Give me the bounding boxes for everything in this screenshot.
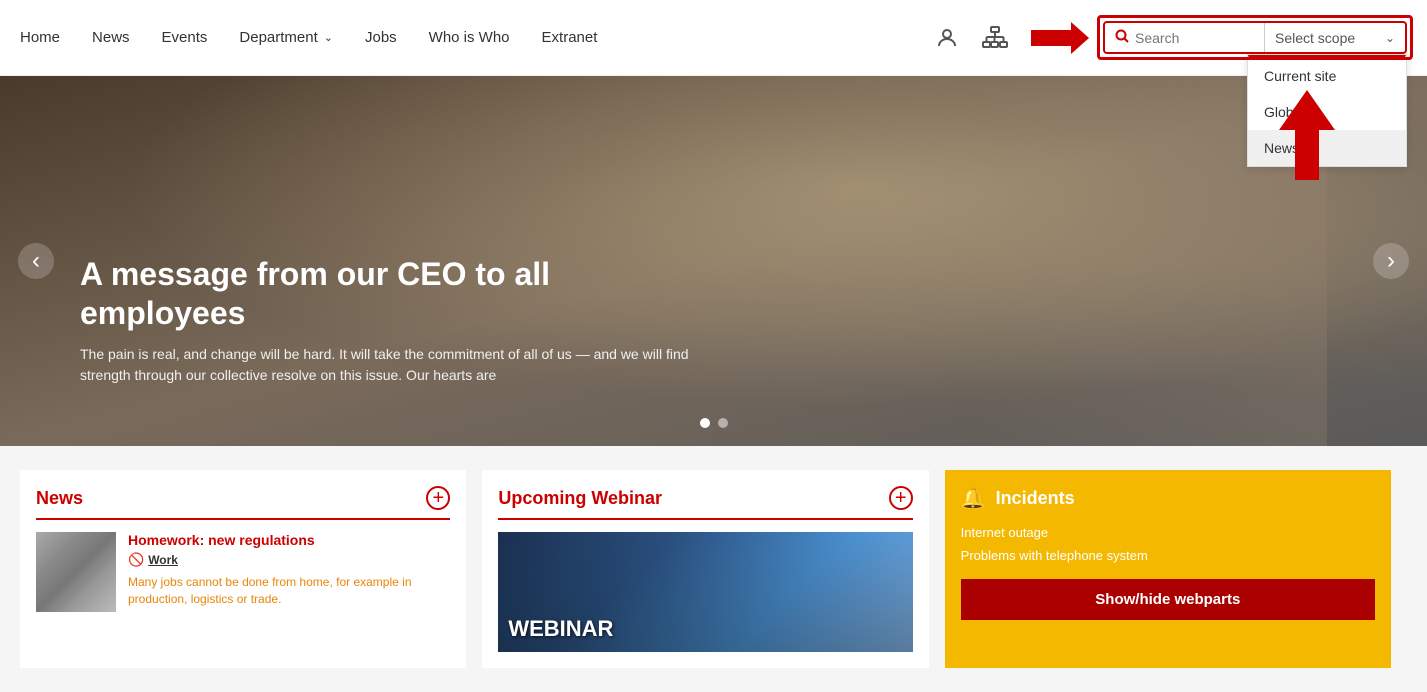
nav-home[interactable]: Home [20,29,60,46]
webinar-thumbnail: WEBINAR [498,532,912,652]
navbar: Home News Events Department ⌄ Jobs Who i… [0,0,1427,76]
nav-news[interactable]: News [92,29,130,46]
news-card: News + Homework: new regulations 🚫 Work … [20,470,466,668]
webinar-text-overlay: WEBINAR [508,616,613,642]
search-container: Select scope ⌄ [1103,21,1407,54]
scope-selector[interactable]: Select scope ⌄ [1265,24,1405,52]
hero-description: The pain is real, and change will be har… [80,344,700,386]
hero-prev-button[interactable]: ‹ [18,243,54,279]
incident-link-1[interactable]: Problems with telephone system [961,548,1375,563]
hero-next-button[interactable]: › [1373,243,1409,279]
hero-banner: ‹ A message from our CEO to all employee… [0,76,1427,446]
scope-dropdown: Current site Global News [1247,54,1407,167]
nav-links: Home News Events Department ⌄ Jobs Who i… [20,29,931,46]
hero-title: A message from our CEO to all employees [80,255,700,332]
scope-item-news[interactable]: News [1248,130,1406,166]
hero-content: A message from our CEO to all employees … [80,255,700,386]
incident-link-0[interactable]: Internet outage [961,525,1375,540]
webinar-add-button[interactable]: + [889,486,913,510]
webinar-card-header: Upcoming Webinar + [498,486,912,520]
bell-icon: 🔔 [961,486,986,511]
webinar-card-title: Upcoming Webinar [498,488,662,509]
news-card-title: News [36,488,83,509]
nav-who-is-who[interactable]: Who is Who [429,29,510,46]
scope-label: Select scope [1275,30,1355,46]
incidents-header: 🔔 Incidents [961,486,1375,511]
hero-dot-2[interactable] [718,418,728,428]
chevron-down-icon: ⌄ [324,31,333,44]
bottom-section: News + Homework: new regulations 🚫 Work … [0,446,1427,692]
nav-icons [931,22,1011,54]
hero-dot-1[interactable] [700,418,710,428]
incidents-title: Incidents [996,488,1075,509]
news-body: Many jobs cannot be done from home, for … [128,574,450,608]
user-icon[interactable] [931,22,963,54]
no-tag-icon: 🚫 [128,552,144,568]
nav-events[interactable]: Events [162,29,208,46]
search-outer: Select scope ⌄ Current site Global News [1103,21,1407,54]
nav-extranet[interactable]: Extranet [542,29,598,46]
nav-jobs[interactable]: Jobs [365,29,397,46]
search-icon [1115,29,1129,46]
search-input[interactable] [1135,30,1245,46]
incidents-card: 🔔 Incidents Internet outage Problems wit… [945,470,1391,668]
news-content: Homework: new regulations 🚫 Work Many jo… [128,532,450,608]
news-headline[interactable]: Homework: new regulations [128,532,450,548]
search-input-wrapper [1105,23,1265,52]
show-hide-webparts-button[interactable]: Show/hide webparts [961,579,1375,620]
news-tag-label[interactable]: Work [148,553,178,567]
right-arrow-annotation [1031,18,1091,58]
scope-item-current-site[interactable]: Current site [1248,58,1406,94]
org-chart-icon[interactable] [979,22,1011,54]
news-item: Homework: new regulations 🚫 Work Many jo… [36,532,450,612]
nav-department[interactable]: Department ⌄ [239,29,333,46]
scope-item-global[interactable]: Global [1248,94,1406,130]
news-thumbnail [36,532,116,612]
news-add-button[interactable]: + [426,486,450,510]
scope-chevron-icon: ⌄ [1385,31,1395,45]
hero-dots [700,418,728,428]
news-thumb-inner [36,532,116,612]
news-card-header: News + [36,486,450,520]
news-tag: 🚫 Work [128,552,450,568]
webinar-card: Upcoming Webinar + WEBINAR [482,470,928,668]
